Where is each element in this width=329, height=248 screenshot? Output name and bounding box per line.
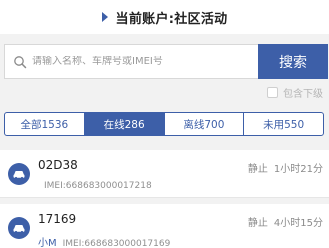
imei-text: IMEI:668683000017169 <box>62 239 171 248</box>
device-imei: IMEI:668683000017218 <box>38 180 152 191</box>
device-row[interactable]: 17169 静止 4小时15分 小M IMEI:668683000017169 <box>0 204 329 248</box>
imei-text: IMEI:668683000017218 <box>44 181 152 191</box>
device-status: 静止 1小时21分 <box>248 160 323 175</box>
status-text: 静止 <box>247 164 268 175</box>
search-button[interactable]: 搜索 <box>258 44 328 79</box>
device-status: 静止 4小时15分 <box>248 214 323 229</box>
car-icon <box>8 217 30 239</box>
device-imei: 小M IMEI:668683000017169 <box>38 234 170 248</box>
device-name: 02D38 <box>38 158 78 172</box>
header-bar: 当前账户:社区活动 <box>0 0 329 34</box>
page: 当前账户:社区活动 搜索 包含下级 全部1536 在线286 离线700 未用5… <box>0 0 329 248</box>
tab-offline-label: 离线700 <box>183 118 225 131</box>
search-input[interactable] <box>32 56 252 67</box>
tab-online[interactable]: 在线286 <box>84 113 165 135</box>
tab-offline[interactable]: 离线700 <box>165 113 245 135</box>
checkbox-box[interactable] <box>267 87 278 98</box>
tab-all[interactable]: 全部1536 <box>5 113 85 135</box>
tab-unused[interactable]: 未用550 <box>244 113 323 135</box>
status-tabs: 全部1536 在线286 离线700 未用550 <box>4 112 324 136</box>
caret-right-icon[interactable] <box>101 12 108 22</box>
device-row[interactable]: 02D38 静止 1小时21分 IMEI:668683000017218 <box>0 150 329 198</box>
tab-unused-label: 未用550 <box>263 118 305 131</box>
tab-all-label: 全部1536 <box>20 118 69 131</box>
account-title[interactable]: 当前账户:社区活动 <box>116 8 228 27</box>
search-box <box>4 44 258 79</box>
search-icon <box>10 52 30 72</box>
include-sub-label: 包含下级 <box>283 89 323 100</box>
tab-online-label: 在线286 <box>103 118 145 131</box>
device-name: 17169 <box>38 212 77 226</box>
car-icon <box>8 163 30 185</box>
search-area: 搜索 包含下级 <box>0 34 329 106</box>
include-sub-checkbox[interactable]: 包含下级 <box>267 85 323 100</box>
status-text: 静止 <box>247 218 268 229</box>
status-duration: 1小时21分 <box>273 164 323 175</box>
status-duration: 4小时15分 <box>273 218 323 229</box>
device-alias: 小M <box>38 238 57 248</box>
